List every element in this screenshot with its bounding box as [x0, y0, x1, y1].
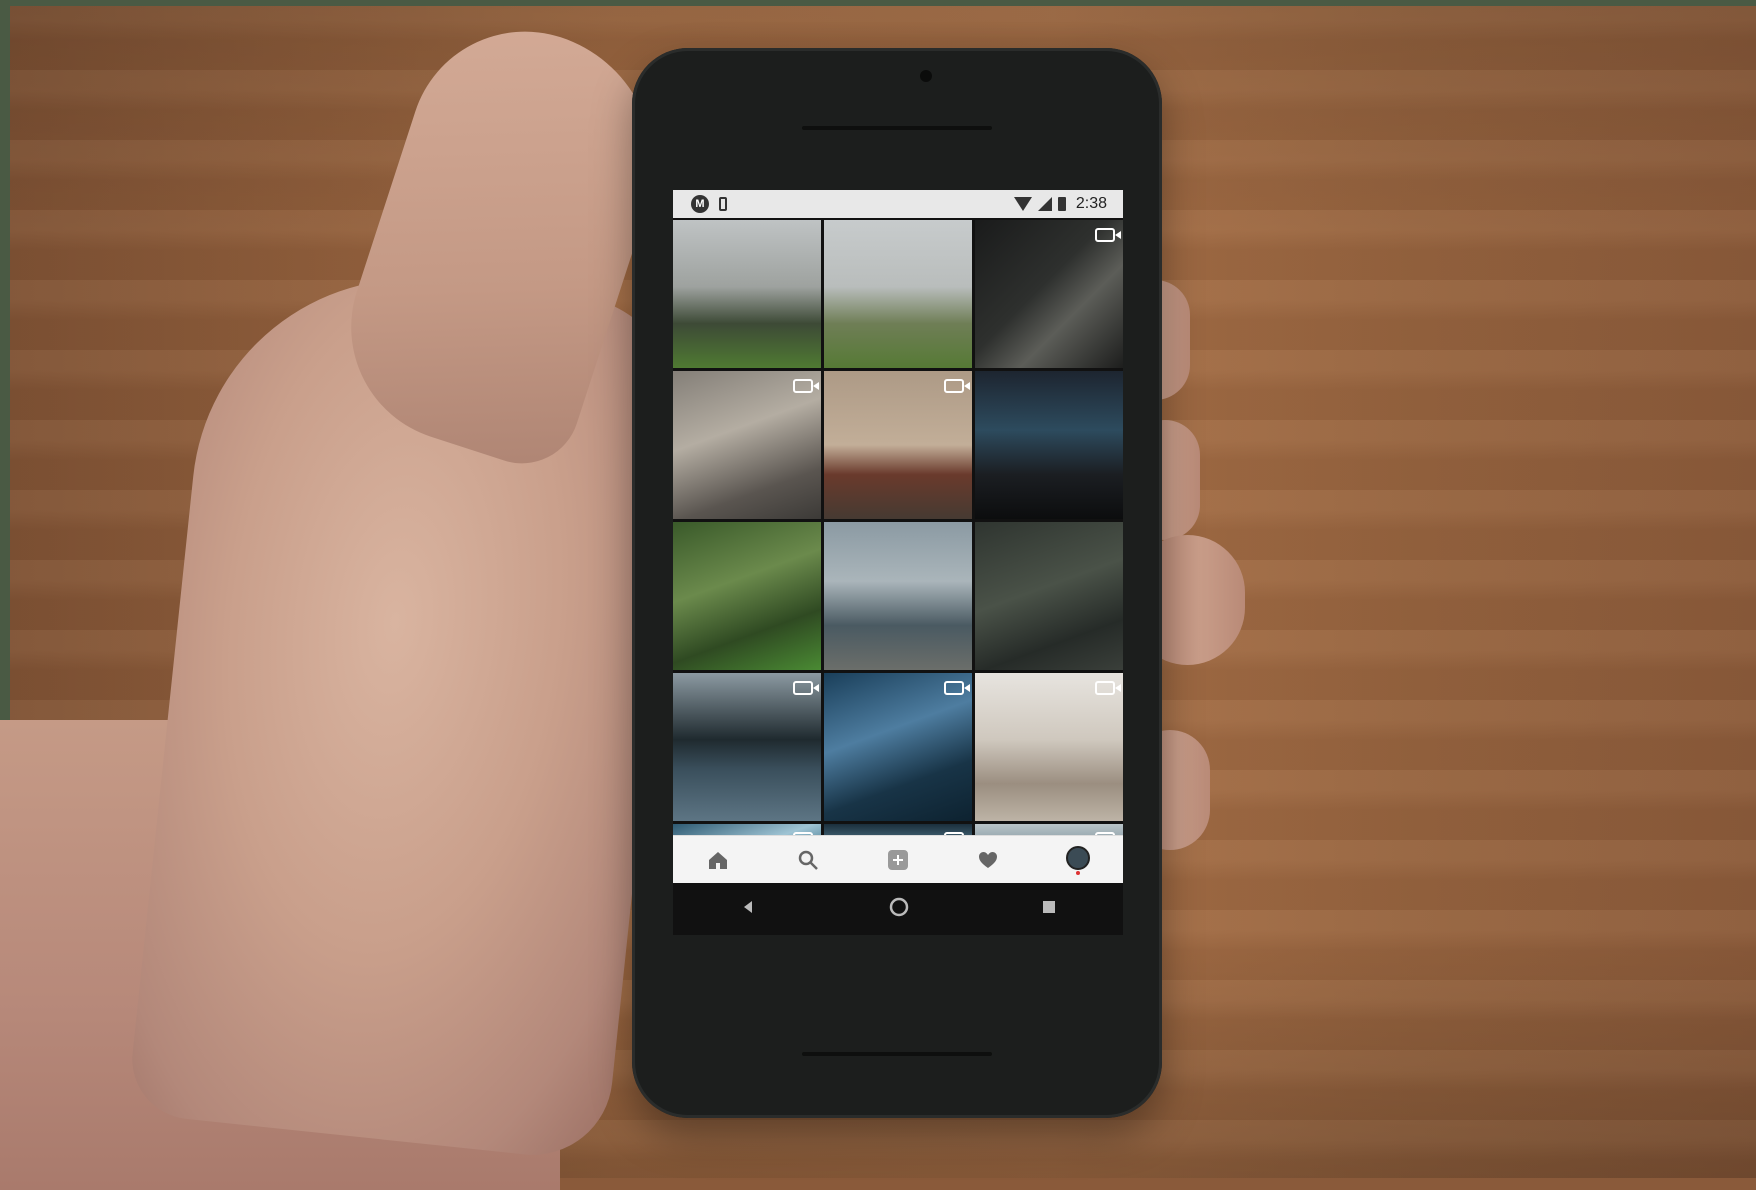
bottom-nav: [673, 835, 1123, 884]
top-speaker: [802, 126, 992, 130]
tile-coastline[interactable]: [673, 673, 821, 821]
profile-avatar[interactable]: [1065, 846, 1091, 875]
system-nav-bar: [673, 883, 1123, 935]
video-camera-icon: [944, 379, 970, 393]
video-camera-icon: [1095, 681, 1121, 695]
tile-man-shouting[interactable]: [824, 220, 972, 368]
front-camera: [920, 70, 932, 82]
wifi-icon: [1013, 197, 1032, 211]
bottom-speaker: [802, 1052, 992, 1056]
add-post-icon[interactable]: [885, 847, 911, 873]
smartphone: M 2:38: [632, 48, 1162, 1118]
tile-red-car[interactable]: [824, 371, 972, 519]
phone-notification-icon: [719, 197, 727, 211]
home-circle-icon[interactable]: [889, 897, 909, 922]
tile-camera-rig[interactable]: [673, 220, 821, 368]
recents-icon[interactable]: [1042, 900, 1056, 919]
app-notification-icon: M: [691, 195, 709, 213]
tile-driver-sunglasses[interactable]: [975, 220, 1123, 368]
video-camera-icon: [793, 681, 819, 695]
tile-editing-screen[interactable]: [975, 371, 1123, 519]
battery-icon: [1057, 197, 1066, 211]
video-camera-icon: [1095, 228, 1121, 242]
video-camera-icon: [944, 681, 970, 695]
back-icon[interactable]: [740, 899, 756, 920]
phone-screen: M 2:38: [673, 190, 1123, 935]
tile-underwater[interactable]: [824, 673, 972, 821]
heart-icon[interactable]: [975, 847, 1001, 873]
tile-cameraman-jungle[interactable]: [673, 522, 821, 670]
tile-car-interior[interactable]: [673, 371, 821, 519]
home-icon[interactable]: [705, 847, 731, 873]
video-camera-icon: [793, 379, 819, 393]
signal-icon: [1037, 197, 1052, 211]
status-bar: M 2:38: [673, 190, 1123, 218]
frame-border-top: [0, 0, 1756, 6]
tile-surfer-board[interactable]: [975, 673, 1123, 821]
tile-hiker-rocks[interactable]: [975, 522, 1123, 670]
tile-car-roof[interactable]: [824, 522, 972, 670]
photo-grid: [673, 220, 1123, 935]
clock: 2:38: [1075, 195, 1107, 212]
search-icon[interactable]: [795, 847, 821, 873]
